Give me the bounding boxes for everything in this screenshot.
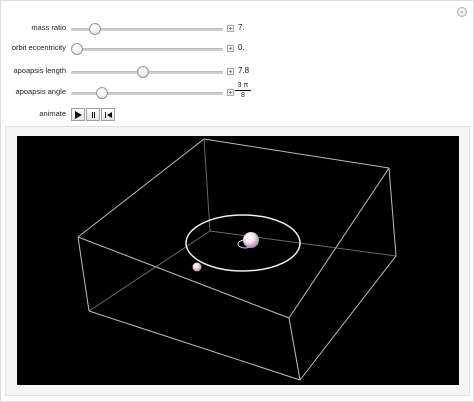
apoapsis-angle-numerator: 3 π <box>235 81 251 91</box>
apoapsis-length-slider-thumb[interactable] <box>137 66 149 78</box>
orbit-eccentricity-slider[interactable] <box>71 48 223 51</box>
plus-icon[interactable] <box>227 68 234 75</box>
apoapsis-angle-slider-thumb[interactable] <box>96 87 108 99</box>
animate-label: animate <box>39 109 66 118</box>
apoapsis-angle-slider[interactable] <box>71 92 223 95</box>
orbit-eccentricity-slider-thumb[interactable] <box>71 43 83 55</box>
animate-control: animate <box>1 105 473 125</box>
apoapsis-angle-label: apoapsis angle <box>15 87 66 96</box>
orbit-3d-viewport[interactable] <box>17 136 459 385</box>
mass-ratio-slider-thumb[interactable] <box>89 23 101 35</box>
step-back-icon[interactable] <box>101 108 115 121</box>
apoapsis-length-control: apoapsis length 7.8 <box>1 62 473 82</box>
orbit-3d-graphic <box>77 138 397 381</box>
bounding-box <box>77 138 397 381</box>
mass-ratio-value: 7. <box>238 23 245 32</box>
orbit-eccentricity-value: 0. <box>238 43 245 52</box>
apoapsis-angle-value: 3 π 8 <box>235 81 251 100</box>
orbit-eccentricity-label: orbit eccentricity <box>11 43 66 52</box>
plus-icon[interactable] <box>227 25 234 32</box>
animation-controls <box>71 108 116 122</box>
reset-circle-icon[interactable] <box>457 7 467 17</box>
apoapsis-length-label: apoapsis length <box>13 66 66 75</box>
orbit-eccentricity-control: orbit eccentricity 0. <box>1 39 473 59</box>
plus-icon[interactable] <box>227 89 234 96</box>
plus-icon[interactable] <box>227 45 234 52</box>
primary-body <box>243 232 259 248</box>
play-icon[interactable] <box>71 108 85 121</box>
mass-ratio-control: mass ratio 7. <box>1 19 473 39</box>
manipulate-panel: mass ratio 7. orbit eccentricity 0. apoa… <box>0 0 474 402</box>
secondary-body <box>192 262 202 272</box>
pause-icon[interactable] <box>86 108 100 121</box>
orbit-path <box>185 214 301 272</box>
apoapsis-length-value: 7.8 <box>238 66 250 75</box>
apoapsis-angle-control: apoapsis angle 3 π 8 <box>1 81 473 103</box>
apoapsis-angle-denominator: 8 <box>241 92 245 99</box>
mass-ratio-label: mass ratio <box>31 23 66 32</box>
